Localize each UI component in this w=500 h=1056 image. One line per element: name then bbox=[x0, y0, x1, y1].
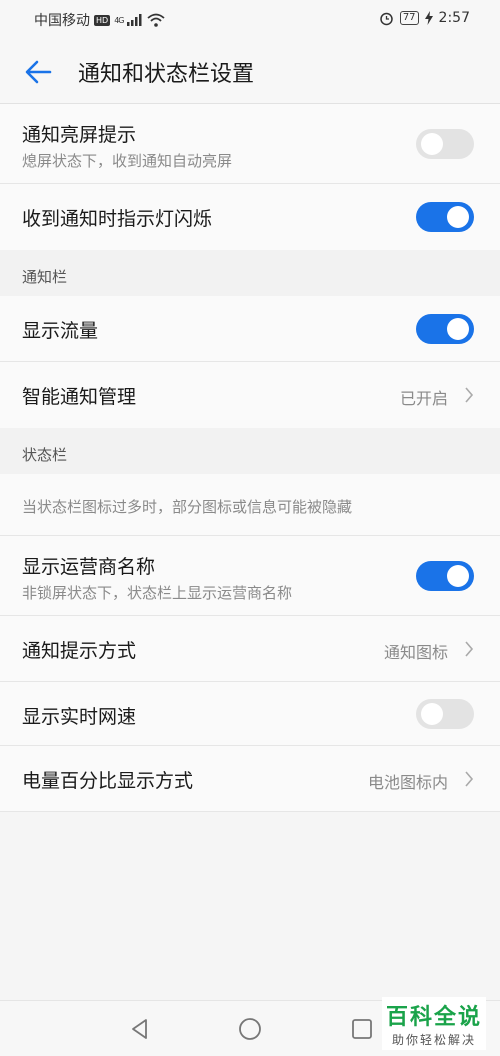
toggle-knob bbox=[447, 565, 469, 587]
notify-style-title: 通知提示方式 bbox=[22, 640, 137, 662]
hint-row: 当状态栏图标过多时，部分图标或信息可能被隐藏 bbox=[0, 474, 500, 536]
show-traffic-toggle[interactable] bbox=[416, 314, 474, 344]
carrier-name-row[interactable]: 显示运营商名称 非锁屏状态下，状态栏上显示运营商名称 bbox=[0, 536, 500, 616]
section-notification-bar: 通知栏 bbox=[0, 250, 500, 296]
led-blink-toggle[interactable] bbox=[416, 202, 474, 232]
led-blink-title: 收到通知时指示灯闪烁 bbox=[22, 208, 213, 230]
toggle-knob bbox=[421, 133, 443, 155]
watermark-main: 百科全说 bbox=[385, 1005, 482, 1030]
battery-icon: 77 bbox=[399, 11, 419, 25]
alarm-icon bbox=[380, 12, 393, 25]
toggle-knob bbox=[447, 206, 469, 228]
carrier-name-title: 显示运营商名称 bbox=[22, 556, 156, 578]
back-arrow-icon[interactable] bbox=[22, 56, 54, 88]
show-traffic-title: 显示流量 bbox=[22, 320, 99, 342]
carrier-name-toggle[interactable] bbox=[416, 561, 474, 591]
wifi-icon bbox=[147, 13, 166, 27]
hint-text: 当状态栏图标过多时，部分图标或信息可能被隐藏 bbox=[22, 498, 353, 516]
chevron-right-icon bbox=[465, 641, 474, 657]
wake-screen-subtitle: 熄屏状态下，收到通知自动亮屏 bbox=[22, 152, 233, 170]
section-status-bar-label: 状态栏 bbox=[22, 446, 68, 464]
status-bar: 中国移动 HD 4G 77 2:57 bbox=[0, 0, 500, 38]
section-status-bar: 状态栏 bbox=[0, 428, 500, 474]
smart-notify-row[interactable]: 智能通知管理 已开启 bbox=[0, 362, 500, 428]
carrier-name-subtitle: 非锁屏状态下，状态栏上显示运营商名称 bbox=[22, 584, 293, 602]
status-left: 中国移动 HD 4G bbox=[34, 10, 166, 30]
hd-badge: HD bbox=[94, 14, 111, 26]
net-speed-row[interactable]: 显示实时网速 bbox=[0, 682, 500, 746]
page-title: 通知和状态栏设置 bbox=[78, 62, 255, 87]
toggle-knob bbox=[421, 703, 443, 725]
app-header: 通知和状态栏设置 bbox=[0, 38, 500, 104]
smart-notify-value: 已开启 bbox=[399, 389, 448, 408]
notify-style-value: 通知图标 bbox=[383, 643, 448, 662]
wake-screen-toggle[interactable] bbox=[416, 129, 474, 159]
wake-screen-title: 通知亮屏提示 bbox=[22, 124, 137, 146]
led-blink-row[interactable]: 收到通知时指示灯闪烁 bbox=[0, 184, 500, 250]
settings-list: 通知亮屏提示 熄屏状态下，收到通知自动亮屏 收到通知时指示灯闪烁 通知栏 显示流… bbox=[0, 104, 500, 812]
chevron-right-icon bbox=[465, 387, 474, 403]
watermark-logo: 百科全说 助你轻松解决 bbox=[381, 997, 486, 1050]
section-notification-bar-label: 通知栏 bbox=[22, 268, 68, 286]
carrier-label: 中国移动 bbox=[34, 13, 90, 29]
home-nav-icon[interactable] bbox=[238, 1017, 262, 1041]
status-right: 77 2:57 bbox=[379, 10, 470, 26]
notify-style-row[interactable]: 通知提示方式 通知图标 bbox=[0, 616, 500, 682]
recents-nav-icon[interactable] bbox=[350, 1017, 374, 1041]
screen: 中国移动 HD 4G 77 2:57 通知和状态栏设置 通知亮屏提示 熄屏状态下… bbox=[0, 0, 500, 1056]
battery-pct-value: 电池图标内 bbox=[367, 773, 448, 792]
wake-screen-row[interactable]: 通知亮屏提示 熄屏状态下，收到通知自动亮屏 bbox=[0, 104, 500, 184]
back-nav-icon[interactable] bbox=[128, 1017, 152, 1041]
smart-notify-title: 智能通知管理 bbox=[22, 386, 137, 408]
toggle-knob bbox=[447, 318, 469, 340]
network-type: 4G bbox=[114, 15, 124, 25]
clock: 2:57 bbox=[438, 10, 470, 26]
watermark-sub: 助你轻松解决 bbox=[391, 1033, 476, 1047]
net-speed-toggle[interactable] bbox=[416, 699, 474, 729]
battery-pct-title: 电量百分比显示方式 bbox=[22, 770, 194, 792]
charging-icon bbox=[424, 11, 433, 25]
signal-icon bbox=[127, 14, 142, 26]
net-speed-title: 显示实时网速 bbox=[22, 706, 137, 728]
chevron-right-icon bbox=[465, 771, 474, 787]
show-traffic-row[interactable]: 显示流量 bbox=[0, 296, 500, 362]
battery-pct-row[interactable]: 电量百分比显示方式 电池图标内 bbox=[0, 746, 500, 812]
